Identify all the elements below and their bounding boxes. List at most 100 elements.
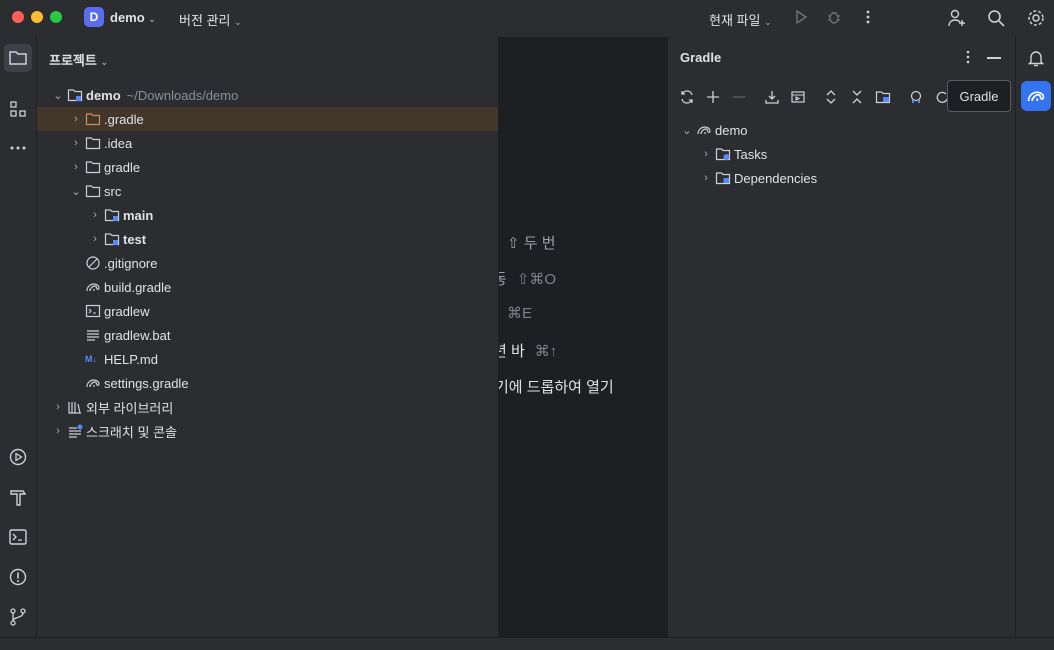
gradle-tool-button[interactable] bbox=[1021, 81, 1051, 111]
download-icon[interactable] bbox=[762, 87, 782, 107]
gradle-elephant-icon bbox=[86, 283, 100, 292]
module-folder-icon bbox=[104, 209, 120, 222]
add-user-icon[interactable] bbox=[947, 8, 967, 28]
notifications-bell-icon[interactable] bbox=[1026, 48, 1046, 68]
tree-row-gradlew[interactable]: gradlew bbox=[37, 299, 498, 323]
folder-icon bbox=[85, 185, 101, 198]
right-tool-strip bbox=[1015, 37, 1054, 637]
editor-hint: ⌘E bbox=[507, 305, 533, 322]
search-icon[interactable] bbox=[986, 8, 1006, 28]
expand-all-icon[interactable] bbox=[821, 87, 841, 107]
collapse-all-icon[interactable] bbox=[847, 87, 867, 107]
tree-label: src bbox=[104, 183, 122, 199]
hammer-icon bbox=[10, 490, 27, 506]
linked-project-icon[interactable] bbox=[873, 87, 893, 107]
chevron-right-icon[interactable]: › bbox=[69, 161, 83, 173]
tree-row-gradle-cache[interactable]: › .gradle bbox=[37, 107, 498, 131]
execute-task-icon[interactable] bbox=[788, 87, 808, 107]
chevron-right-icon[interactable]: › bbox=[88, 233, 102, 245]
chevron-right-icon[interactable]: › bbox=[69, 113, 83, 125]
tree-label: HELP.md bbox=[104, 351, 158, 367]
chevron-down-icon: ⌄ bbox=[764, 17, 772, 27]
add-icon[interactable] bbox=[703, 87, 723, 107]
debug-icon[interactable] bbox=[826, 9, 842, 25]
tree-row-settings-gradle[interactable]: settings.gradle bbox=[37, 371, 498, 395]
structure-tool-button[interactable] bbox=[4, 95, 32, 123]
shell-script-icon bbox=[85, 304, 101, 318]
terminal-tool-button[interactable] bbox=[4, 523, 32, 551]
chevron-right-icon[interactable]: › bbox=[699, 172, 713, 184]
chevron-down-icon[interactable]: ⌄ bbox=[69, 185, 83, 198]
tree-row-help-md[interactable]: M↓ HELP.md bbox=[37, 347, 498, 371]
tree-row-scratches[interactable]: › 스크래치 및 콘솔 bbox=[37, 419, 498, 443]
tasks-folder-icon bbox=[715, 148, 731, 161]
chevron-down-icon[interactable]: ⌄ bbox=[680, 124, 694, 137]
chevron-down-icon: ⌄ bbox=[148, 14, 156, 24]
title-bar: D demo ⌄ 버전 관리 ⌄ 현재 파일 ⌄ bbox=[0, 0, 1054, 38]
run-config-selector[interactable]: 현재 파일 ⌄ bbox=[709, 10, 772, 29]
tree-row-gitignore[interactable]: .gitignore bbox=[37, 251, 498, 275]
more-tools-button[interactable] bbox=[4, 134, 32, 162]
chevron-right-icon[interactable]: › bbox=[69, 137, 83, 149]
tree-label: build.gradle bbox=[104, 279, 172, 295]
tree-row-build-gradle[interactable]: build.gradle bbox=[37, 275, 498, 299]
tree-row-gradlew-bat[interactable]: gradlew.bat bbox=[37, 323, 498, 347]
gradle-tree-tasks[interactable]: › Tasks bbox=[699, 142, 767, 166]
run-services-icon bbox=[9, 448, 27, 466]
tree-row-test[interactable]: › test bbox=[37, 227, 498, 251]
remove-icon[interactable] bbox=[729, 87, 749, 107]
tree-row-idea[interactable]: › .idea bbox=[37, 131, 498, 155]
problems-tool-button[interactable] bbox=[4, 563, 32, 591]
minimize-icon[interactable] bbox=[987, 57, 1001, 59]
gradle-panel-title: Gradle bbox=[680, 50, 722, 65]
module-folder-icon bbox=[67, 89, 83, 102]
tree-label: .gradle bbox=[104, 111, 144, 127]
run-config-label: 현재 파일 bbox=[709, 13, 761, 28]
project-switcher[interactable]: demo ⌄ bbox=[110, 10, 156, 25]
project-tool-window: 프로젝트 ⌄ ⌄ demo ~/Downloads/demo › .gradle… bbox=[37, 37, 499, 637]
gradle-tree-root[interactable]: ⌄ demo bbox=[680, 118, 747, 142]
editor-hint: 기에 드롭하여 열기 bbox=[499, 379, 614, 396]
folder-icon bbox=[85, 161, 101, 174]
chevron-right-icon[interactable]: › bbox=[699, 148, 713, 160]
chevron-right-icon[interactable]: › bbox=[51, 425, 65, 437]
tree-row-root[interactable]: ⌄ demo ~/Downloads/demo bbox=[37, 83, 498, 107]
run-icon[interactable] bbox=[793, 9, 809, 25]
more-vertical-icon[interactable] bbox=[864, 9, 872, 25]
panel-title: 프로젝트 bbox=[49, 53, 97, 68]
tree-row-gradle[interactable]: › gradle bbox=[37, 155, 498, 179]
tree-label: main bbox=[123, 207, 154, 223]
gradle-tree-dependencies[interactable]: › Dependencies bbox=[699, 166, 817, 190]
status-bar bbox=[0, 637, 1054, 650]
chevron-down-icon[interactable]: ⌄ bbox=[51, 89, 65, 102]
folder-icon bbox=[85, 137, 101, 150]
folder-icon bbox=[9, 51, 27, 65]
root-path: ~/Downloads/demo bbox=[126, 87, 239, 103]
analyze-dependencies-icon[interactable] bbox=[906, 87, 926, 107]
zoom-window-button[interactable] bbox=[50, 11, 62, 23]
tree-row-external-libraries[interactable]: › 외부 라이브러리 bbox=[37, 395, 498, 419]
editor-hint: ⇧ 두 번 bbox=[507, 235, 556, 252]
close-window-button[interactable] bbox=[12, 11, 24, 23]
services-tool-button[interactable] bbox=[4, 443, 32, 471]
root-name: demo bbox=[86, 87, 121, 103]
build-tool-button[interactable] bbox=[4, 483, 32, 511]
vcs-menu[interactable]: 버전 관리 ⌄ bbox=[179, 10, 242, 29]
gradle-elephant-icon bbox=[697, 126, 711, 135]
chevron-right-icon[interactable]: › bbox=[88, 209, 102, 221]
tree-row-main[interactable]: › main bbox=[37, 203, 498, 227]
project-tool-button[interactable] bbox=[4, 44, 32, 72]
gradle-elephant-icon bbox=[1027, 91, 1045, 102]
gradle-elephant-icon bbox=[86, 379, 100, 388]
project-view-selector[interactable]: 프로젝트 ⌄ bbox=[49, 50, 108, 69]
chevron-right-icon[interactable]: › bbox=[51, 401, 65, 413]
tree-row-src[interactable]: ⌄ src bbox=[37, 179, 498, 203]
settings-gear-icon[interactable] bbox=[1026, 8, 1046, 28]
git-tool-button[interactable] bbox=[4, 603, 32, 631]
minimize-window-button[interactable] bbox=[31, 11, 43, 23]
reload-icon[interactable] bbox=[677, 87, 697, 107]
more-vertical-icon[interactable] bbox=[964, 50, 972, 64]
project-badge[interactable]: D bbox=[84, 7, 104, 27]
gradle-tooltip: Gradle bbox=[947, 80, 1011, 112]
chevron-down-icon: ⌄ bbox=[100, 57, 109, 67]
